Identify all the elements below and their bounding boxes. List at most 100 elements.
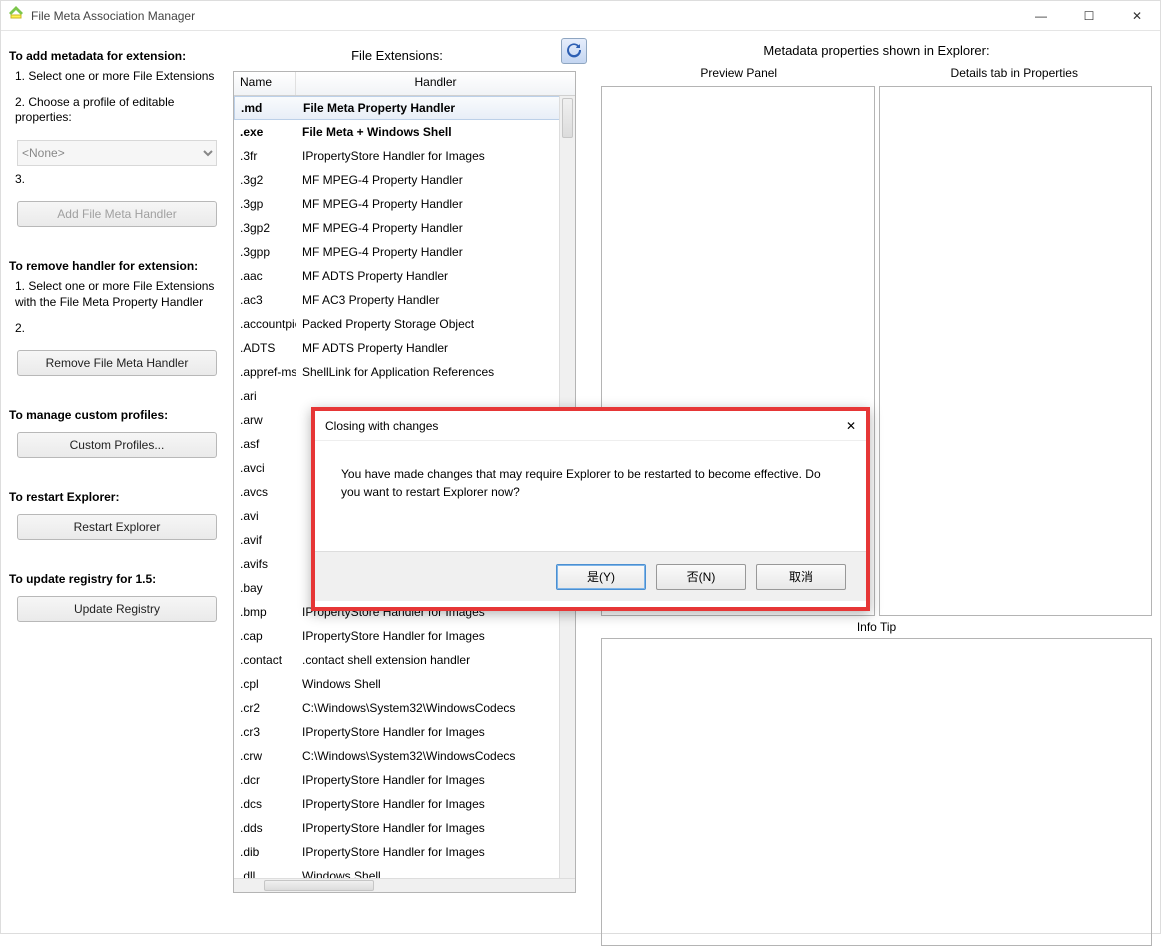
table-row[interactable]: .3g2MF MPEG-4 Property Handler xyxy=(234,168,575,192)
extension-name: .ADTS xyxy=(234,341,296,355)
extension-name: .3g2 xyxy=(234,173,296,187)
update-registry-button[interactable]: Update Registry xyxy=(17,596,217,622)
extension-handler: IPropertyStore Handler for Images xyxy=(296,149,575,163)
extension-name: .dds xyxy=(234,821,296,835)
extension-name: .3fr xyxy=(234,149,296,163)
table-row[interactable]: .3gp2MF MPEG-4 Property Handler xyxy=(234,216,575,240)
table-row[interactable]: .ari xyxy=(234,384,575,408)
table-row[interactable]: .exeFile Meta + Windows Shell xyxy=(234,120,575,144)
remove-heading: To remove handler for extension: xyxy=(9,259,225,273)
horizontal-scrollbar[interactable] xyxy=(234,878,575,892)
dialog-no-button[interactable]: 否(N) xyxy=(656,564,746,590)
extension-handler: MF MPEG-4 Property Handler xyxy=(296,245,575,259)
extension-handler: MF ADTS Property Handler xyxy=(296,341,575,355)
extension-handler: IPropertyStore Handler for Images xyxy=(296,845,575,859)
add-metadata-heading: To add metadata for extension: xyxy=(9,49,225,63)
extension-name: .avif xyxy=(234,533,296,547)
preview-panel-heading: Preview Panel xyxy=(601,66,877,80)
table-row[interactable]: .contact.contact shell extension handler xyxy=(234,648,575,672)
window-title: File Meta Association Manager xyxy=(31,9,1026,23)
table-row[interactable]: .dcrIPropertyStore Handler for Images xyxy=(234,768,575,792)
extension-name: .3gp2 xyxy=(234,221,296,235)
extension-name: .bmp xyxy=(234,605,296,619)
extension-name: .cr2 xyxy=(234,701,296,715)
app-icon xyxy=(9,6,25,25)
closing-dialog: Closing with changes ✕ You have made cha… xyxy=(311,407,870,611)
extension-handler: Packed Property Storage Object xyxy=(296,317,575,331)
extension-handler: MF MPEG-4 Property Handler xyxy=(296,173,575,187)
table-row[interactable]: .aacMF ADTS Property Handler xyxy=(234,264,575,288)
close-button[interactable]: ✕ xyxy=(1122,6,1152,26)
table-row[interactable]: .accountpicture-msPacked Property Storag… xyxy=(234,312,575,336)
extension-handler: MF ADTS Property Handler xyxy=(296,269,575,283)
extension-handler: C:\Windows\System32\WindowsCodecs xyxy=(296,701,575,715)
extension-name: .asf xyxy=(234,437,296,451)
table-row[interactable]: .dcsIPropertyStore Handler for Images xyxy=(234,792,575,816)
dialog-body: You have made changes that may require E… xyxy=(315,441,866,551)
refresh-button[interactable] xyxy=(561,38,587,64)
details-tab-box xyxy=(879,86,1153,616)
extension-handler: ShellLink for Application References xyxy=(296,365,575,379)
infotip-box xyxy=(601,638,1152,946)
dialog-cancel-button[interactable]: 取消 xyxy=(756,564,846,590)
extension-handler: Windows Shell xyxy=(296,677,575,691)
extension-name: .aac xyxy=(234,269,296,283)
extension-name: .md xyxy=(235,101,297,115)
extension-name: .crw xyxy=(234,749,296,763)
extension-handler: .contact shell extension handler xyxy=(296,653,575,667)
profile-select[interactable]: <None> xyxy=(17,140,217,166)
extension-name: .dcs xyxy=(234,797,296,811)
extension-handler: MF AC3 Property Handler xyxy=(296,293,575,307)
minimize-button[interactable]: — xyxy=(1026,6,1056,26)
table-row[interactable]: .ddsIPropertyStore Handler for Images xyxy=(234,816,575,840)
table-row[interactable]: .cr2C:\Windows\System32\WindowsCodecs xyxy=(234,696,575,720)
scrollbar-thumb[interactable] xyxy=(562,98,573,138)
table-row[interactable]: .mdFile Meta Property Handler xyxy=(234,96,575,120)
extension-handler: File Meta Property Handler xyxy=(297,101,574,115)
extension-name: .bay xyxy=(234,581,296,595)
extension-name: .avi xyxy=(234,509,296,523)
extension-handler: MF MPEG-4 Property Handler xyxy=(296,197,575,211)
dialog-close-icon[interactable]: ✕ xyxy=(846,419,856,433)
extension-name: .contact xyxy=(234,653,296,667)
table-row[interactable]: .cr3IPropertyStore Handler for Images xyxy=(234,720,575,744)
extensions-title: File Extensions: xyxy=(233,40,561,63)
maximize-button[interactable]: ☐ xyxy=(1074,6,1104,26)
table-row[interactable]: .cplWindows Shell xyxy=(234,672,575,696)
table-row[interactable]: .crwC:\Windows\System32\WindowsCodecs xyxy=(234,744,575,768)
remove-step-1: 1. Select one or more File Extensions wi… xyxy=(15,279,225,310)
extension-name: .cpl xyxy=(234,677,296,691)
custom-profiles-button[interactable]: Custom Profiles... xyxy=(17,432,217,458)
window-titlebar: File Meta Association Manager — ☐ ✕ xyxy=(1,1,1160,31)
remove-handler-button[interactable]: Remove File Meta Handler xyxy=(17,350,217,376)
update-heading: To update registry for 1.5: xyxy=(9,572,225,586)
table-row[interactable]: .3gppMF MPEG-4 Property Handler xyxy=(234,240,575,264)
table-row[interactable]: .appref-msShellLink for Application Refe… xyxy=(234,360,575,384)
scrollbar-thumb[interactable] xyxy=(264,880,374,891)
table-row[interactable]: .capIPropertyStore Handler for Images xyxy=(234,624,575,648)
extension-name: .dcr xyxy=(234,773,296,787)
extension-name: .cap xyxy=(234,629,296,643)
dialog-title: Closing with changes xyxy=(325,419,438,433)
extension-handler: IPropertyStore Handler for Images xyxy=(296,797,575,811)
extension-name: .avci xyxy=(234,461,296,475)
add-step-2: 2. Choose a profile of editable properti… xyxy=(15,95,225,126)
table-row[interactable]: .3frIPropertyStore Handler for Images xyxy=(234,144,575,168)
col-handler[interactable]: Handler xyxy=(296,72,575,95)
extension-handler: IPropertyStore Handler for Images xyxy=(296,725,575,739)
extension-name: .arw xyxy=(234,413,296,427)
dialog-yes-button[interactable]: 是(Y) xyxy=(556,564,646,590)
table-row[interactable]: .dibIPropertyStore Handler for Images xyxy=(234,840,575,864)
extension-handler: C:\Windows\System32\WindowsCodecs xyxy=(296,749,575,763)
add-step-1: 1. Select one or more File Extensions xyxy=(15,69,225,85)
col-name[interactable]: Name xyxy=(234,72,296,95)
extension-name: .ari xyxy=(234,389,296,403)
extension-handler: IPropertyStore Handler for Images xyxy=(296,629,575,643)
restart-heading: To restart Explorer: xyxy=(9,490,225,504)
infotip-heading: Info Tip xyxy=(601,620,1152,634)
add-handler-button[interactable]: Add File Meta Handler xyxy=(17,201,217,227)
table-row[interactable]: .ADTSMF ADTS Property Handler xyxy=(234,336,575,360)
table-row[interactable]: .ac3MF AC3 Property Handler xyxy=(234,288,575,312)
table-row[interactable]: .3gpMF MPEG-4 Property Handler xyxy=(234,192,575,216)
restart-explorer-button[interactable]: Restart Explorer xyxy=(17,514,217,540)
